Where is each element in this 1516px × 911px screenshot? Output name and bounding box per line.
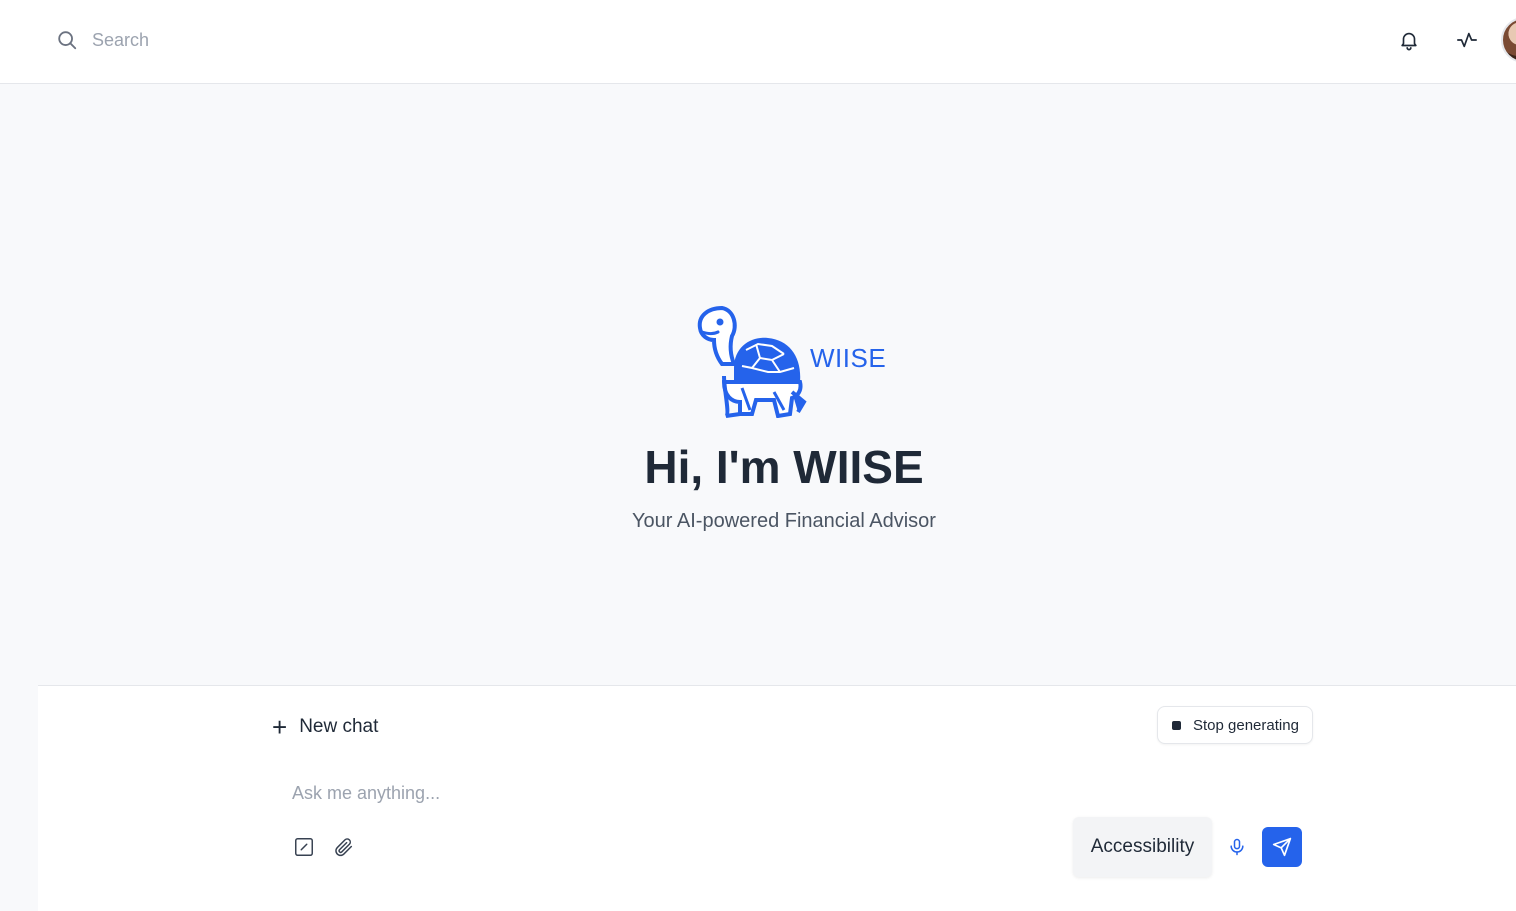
top-bar [0, 0, 1516, 84]
chat-input[interactable] [292, 778, 1052, 808]
accessibility-button[interactable]: Accessibility [1073, 817, 1212, 877]
stop-generating-label: Stop generating [1193, 716, 1299, 734]
avatar[interactable] [1501, 17, 1516, 63]
plus-icon: + [272, 712, 288, 742]
search-icon [58, 31, 77, 50]
edit-icon [295, 838, 313, 856]
search-bar[interactable] [56, 26, 456, 54]
new-chat-button[interactable]: + New chat [272, 712, 378, 742]
logo-text: WIISE [810, 343, 887, 373]
wiise-logo: WIISE [694, 306, 894, 418]
chat-composer: + New chat Stop generating Accessibility [38, 685, 1516, 911]
bell-icon [1401, 32, 1417, 51]
voice-input-button[interactable] [1225, 834, 1249, 860]
attach-button[interactable] [331, 834, 357, 860]
send-icon [1272, 837, 1292, 857]
welcome-hero: WIISE Hi, I'm WIISE Your AI-powered Fina… [38, 84, 1516, 685]
activity-icon [1457, 32, 1477, 48]
stop-icon [1172, 720, 1181, 730]
send-button[interactable] [1262, 827, 1302, 867]
mic-icon [1230, 838, 1244, 856]
notifications-button[interactable] [1395, 26, 1423, 54]
activity-button[interactable] [1453, 26, 1481, 54]
search-input[interactable] [92, 29, 432, 51]
compose-button[interactable] [291, 834, 317, 860]
new-chat-label: New chat [299, 716, 379, 737]
stop-generating-button[interactable]: Stop generating [1157, 706, 1313, 744]
paperclip-icon [335, 838, 353, 857]
turtle-logo-icon [697, 306, 807, 418]
page-title: Hi, I'm WIISE [644, 441, 924, 493]
page-subtitle: Your AI-powered Financial Advisor [632, 510, 936, 532]
